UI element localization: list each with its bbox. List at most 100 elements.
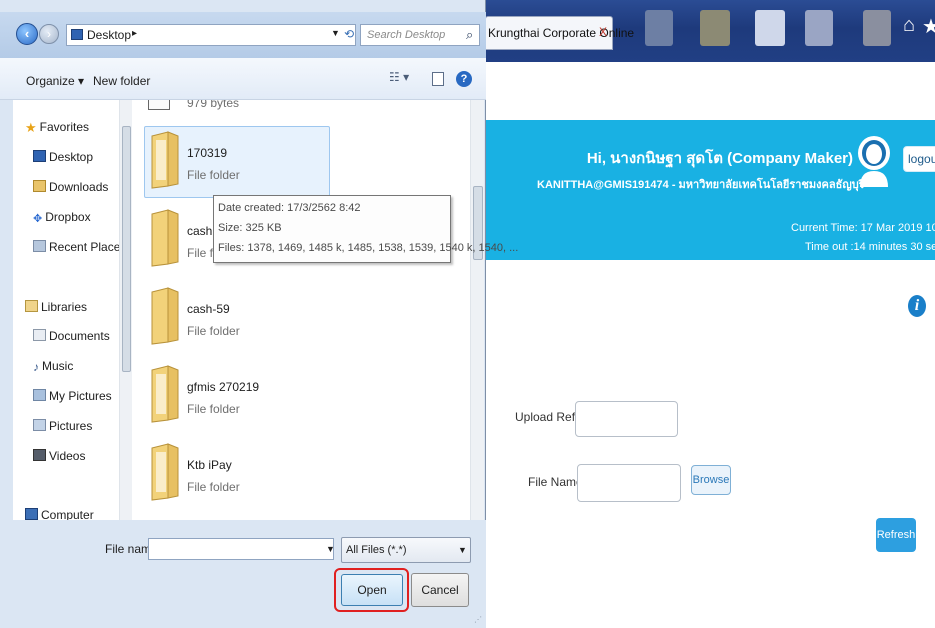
libraries-icon <box>25 300 38 312</box>
file-type: File folder <box>187 324 240 338</box>
cancel-button[interactable]: Cancel <box>411 573 469 607</box>
pictures-icon <box>33 419 46 431</box>
nav-dropbox[interactable]: ✥ Dropbox <box>33 210 91 225</box>
nav-scrollbar[interactable] <box>119 100 132 520</box>
tooltip-date-created: Date created: 17/3/2562 8:42 <box>218 202 361 214</box>
favorites-star-icon[interactable]: ★ <box>922 14 935 39</box>
file-name-input[interactable] <box>577 464 681 502</box>
navigation-pane: ★ Favorites Desktop Downloads ✥ Dropbox Re… <box>13 100 131 520</box>
star-icon: ★ <box>25 120 37 135</box>
file-list-scrollbar[interactable] <box>470 100 484 520</box>
computer-icon <box>25 508 38 520</box>
downloads-icon <box>33 180 46 192</box>
current-time-text: Current Time: 17 Mar 2019 10:17:4 <box>791 222 935 234</box>
nav-documents[interactable]: Documents <box>33 329 110 343</box>
page-header-strip <box>485 62 935 120</box>
file-open-dialog: ‹ › Desktop ▸ ▼ ⟲ Search Desktop ⌕ Organ… <box>0 0 518 628</box>
nav-label: Downloads <box>49 180 109 194</box>
address-bar[interactable]: Desktop ▸ ▼ ⟲ <box>66 24 356 46</box>
home-icon[interactable]: ⌂ <box>903 14 915 37</box>
blurred-tab <box>805 10 833 46</box>
preview-pane-icon[interactable] <box>432 72 444 86</box>
file-type: File folder <box>187 168 240 182</box>
nav-favorites[interactable]: ★ Favorites <box>25 120 89 136</box>
upload-ref-input[interactable] <box>575 401 678 437</box>
nav-label: Pictures <box>49 419 93 433</box>
help-icon[interactable]: ? <box>456 71 472 87</box>
search-icon[interactable]: ⌕ <box>466 27 473 43</box>
folder-icon <box>151 365 179 423</box>
blurred-tab <box>645 10 673 46</box>
file-type: File folder <box>187 480 240 494</box>
nav-computer[interactable]: Computer <box>25 508 94 520</box>
organize-menu[interactable]: Organize ▾ <box>26 74 84 88</box>
avatar-icon <box>858 136 890 187</box>
nav-label: Libraries <box>41 300 88 314</box>
file-name: cash-59 <box>187 302 230 316</box>
my-pictures-icon <box>33 389 46 401</box>
user-banner: Hi, นางกนิษฐา สุดโต (Company Maker) KANI… <box>485 120 935 260</box>
file-name: Ktb iPay <box>187 458 232 472</box>
nav-downloads[interactable]: Downloads <box>33 180 108 194</box>
session-timeout-text: Time out :14 minutes 30 second <box>805 241 935 253</box>
refresh-icon[interactable]: ⟲ <box>344 27 354 41</box>
file-type-filter-value: All Files (*.*) <box>346 544 407 556</box>
open-button[interactable]: Open <box>341 574 403 606</box>
info-icon[interactable]: i <box>908 295 926 317</box>
refresh-button[interactable]: Refresh <box>876 518 916 552</box>
browser-window: Krungthai Corporate Online X ⌂ ★ Hi, นาง… <box>485 0 935 628</box>
nav-label: Music <box>42 359 74 373</box>
blurred-tab <box>755 10 785 46</box>
file-type: File folder <box>187 402 240 416</box>
nav-label: Documents <box>49 329 110 343</box>
nav-label: Favorites <box>39 120 90 134</box>
nav-pictures[interactable]: Pictures <box>33 419 92 433</box>
address-path[interactable]: Desktop <box>87 28 131 42</box>
nav-scrollbar-thumb[interactable] <box>122 126 131 372</box>
change-view-icon[interactable]: ☷ ▾ <box>389 70 409 84</box>
logout-button[interactable]: logout <box>903 146 935 172</box>
browser-tab-bar: Krungthai Corporate Online X ⌂ ★ <box>485 0 935 62</box>
resize-grip-icon[interactable]: ⋰ <box>474 615 482 624</box>
close-tab-icon[interactable]: X <box>599 25 607 39</box>
nav-label: Dropbox <box>45 210 91 224</box>
music-icon: ♪ <box>33 360 39 374</box>
file-name: 170319 <box>187 146 228 160</box>
nav-label: Videos <box>49 449 86 463</box>
tooltip-size: Size: 325 KB <box>218 222 282 234</box>
nav-music[interactable]: ♪ Music <box>33 359 73 374</box>
folder-icon <box>151 131 179 189</box>
back-button[interactable]: ‹ <box>16 23 38 45</box>
browse-button[interactable]: Browse <box>691 465 731 495</box>
recent-places-icon <box>33 240 46 252</box>
forward-button[interactable]: › <box>39 24 59 44</box>
folder-icon <box>151 287 179 345</box>
nav-label: Recent Places <box>49 240 127 254</box>
tab-krungthai[interactable]: Krungthai Corporate Online X <box>485 16 634 50</box>
breadcrumb-arrow-icon[interactable]: ▸ <box>132 28 137 39</box>
list-item[interactable]: 979 bytes <box>132 100 462 116</box>
nav-my-pictures[interactable]: My Pictures <box>33 389 112 403</box>
file-type-filter[interactable]: All Files (*.*) ▼ <box>341 537 471 563</box>
search-input[interactable]: Search Desktop ⌕ <box>360 24 480 46</box>
chevron-down-icon[interactable]: ▼ <box>458 545 467 555</box>
file-name: gfmis 270219 <box>187 380 260 394</box>
chevron-down-icon[interactable]: ▼ <box>326 544 335 554</box>
folder-tooltip: Date created: 17/3/2562 8:42 Size: 325 K… <box>213 195 518 263</box>
chevron-down-icon[interactable]: ▼ <box>331 28 340 38</box>
videos-icon <box>33 449 46 461</box>
blurred-tab <box>700 10 730 46</box>
nav-label: My Pictures <box>49 389 112 403</box>
address-bar-row: ‹ › Desktop ▸ ▼ ⟲ Search Desktop ⌕ <box>0 12 486 58</box>
nav-recent-places[interactable]: Recent Places <box>33 240 126 254</box>
file-name-field[interactable] <box>148 538 334 560</box>
new-folder-button[interactable]: New folder <box>93 74 150 88</box>
search-placeholder: Search Desktop <box>367 29 446 41</box>
folder-icon <box>151 443 179 501</box>
nav-label: Computer <box>41 508 94 520</box>
nav-libraries[interactable]: Libraries <box>25 300 87 314</box>
nav-desktop[interactable]: Desktop <box>33 150 93 164</box>
blurred-tab <box>863 10 891 46</box>
nav-videos[interactable]: Videos <box>33 449 85 463</box>
file-icon <box>148 100 170 110</box>
